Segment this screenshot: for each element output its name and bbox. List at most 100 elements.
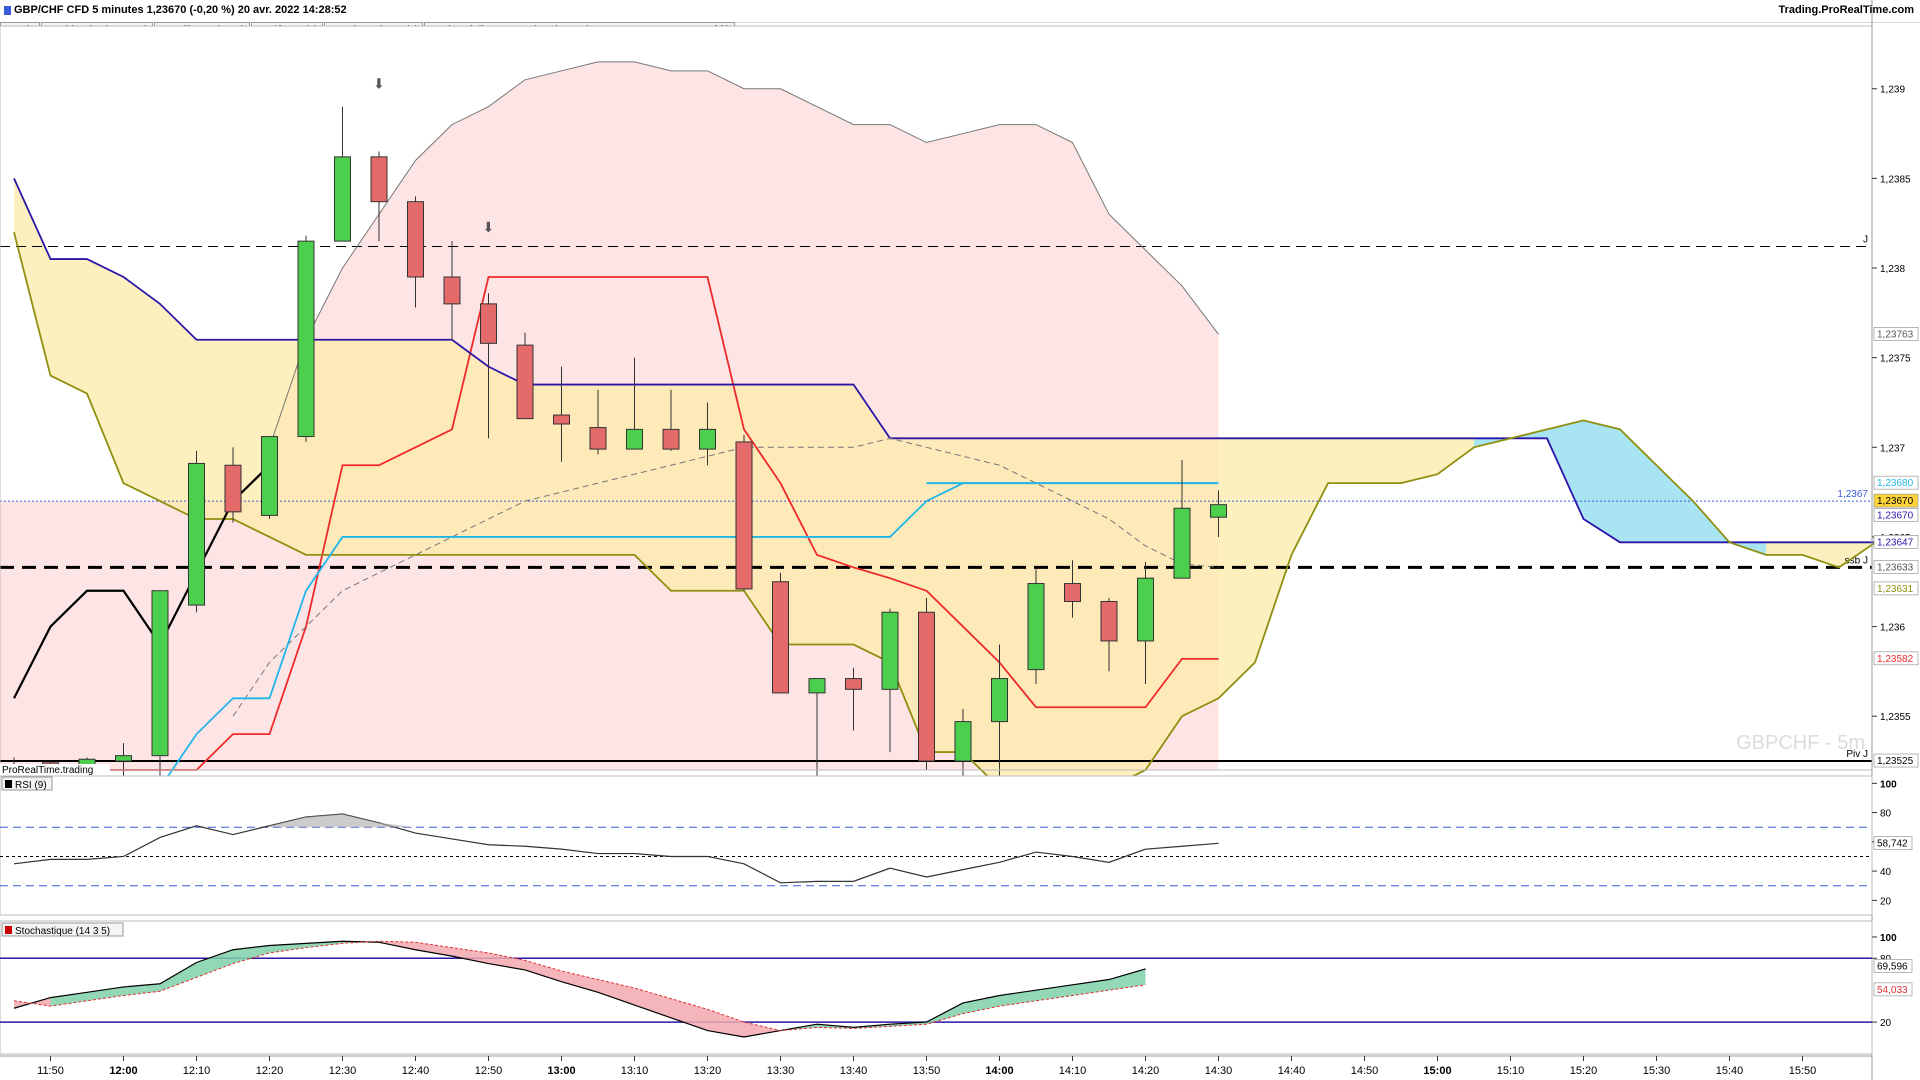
candle-body	[954, 721, 972, 762]
x-tick-label: 15:20	[1570, 1065, 1598, 1077]
rsi-y-tick-label: 40	[1880, 867, 1892, 878]
symbol-watermark: GBPCHF - 5m	[1736, 732, 1865, 754]
stoch-value-label: 69,596	[1877, 961, 1908, 972]
x-tick-label: 13:50	[913, 1065, 941, 1077]
ichimoku-cloud-segment	[561, 384, 598, 555]
candle	[1027, 569, 1045, 684]
candle-body	[735, 441, 753, 590]
ichimoku-cloud-segment	[123, 276, 160, 502]
stoch-y-tick-label: 20	[1880, 1018, 1892, 1029]
ichimoku-cloud-segment	[1364, 438, 1401, 484]
y-tick-label: 1,237	[1880, 443, 1905, 454]
candle-body	[480, 303, 497, 344]
ichimoku-cloud-segment	[1766, 542, 1803, 555]
stoch-legend-swatch-icon	[5, 926, 12, 934]
candle-body	[699, 428, 716, 450]
price-label-text: 1,23631	[1877, 584, 1914, 595]
x-tick-label: 15:40	[1716, 1065, 1744, 1077]
current-price-text: 1,2367	[1837, 489, 1868, 500]
stoch-legend-label: Stochastique (14 3 5)	[15, 926, 110, 937]
candle-body	[261, 436, 278, 516]
bollinger-fill-left	[0, 501, 270, 770]
rsi-legend-label: RSI (9)	[15, 780, 47, 791]
candle	[735, 434, 753, 591]
candle-body	[881, 611, 899, 690]
candle-body	[772, 581, 789, 694]
rsi-y-tick-label: 20	[1880, 896, 1892, 907]
ichimoku-cloud-segment	[415, 339, 452, 555]
x-tick-label: 13:00	[547, 1065, 575, 1077]
candle-body	[151, 590, 169, 757]
ichimoku-cloud-segment	[379, 339, 416, 555]
x-tick-label: 14:30	[1205, 1065, 1233, 1077]
candle-body	[370, 156, 388, 203]
y-tick-label: 1,239	[1880, 85, 1905, 96]
ichimoku-cloud-segment	[50, 259, 87, 394]
x-tick-label: 15:10	[1497, 1065, 1525, 1077]
x-tick-label: 14:10	[1059, 1065, 1087, 1077]
x-tick-label: 11:50	[37, 1065, 64, 1077]
candle-body	[224, 464, 242, 513]
price-label-text: 1,23680	[1877, 478, 1914, 489]
stoch-y-tick-label: 100	[1880, 933, 1897, 944]
x-tick-label: 13:30	[767, 1065, 795, 1077]
x-tick-label: 13:40	[840, 1065, 868, 1077]
price-label-text: 1,23582	[1877, 654, 1914, 665]
ichimoku-cloud-segment	[1328, 438, 1365, 484]
candle-body	[845, 678, 862, 690]
x-tick-label: 14:50	[1351, 1065, 1379, 1077]
candle	[516, 332, 534, 420]
rsi-y-tick-label: 100	[1880, 779, 1897, 790]
candle-body	[589, 427, 607, 450]
candle-body	[553, 414, 570, 425]
candle-body	[407, 201, 424, 278]
candle-body	[516, 344, 534, 420]
y-tick-label: 1,2385	[1880, 174, 1911, 185]
price-label-text: 1,23647	[1877, 537, 1914, 548]
down-arrow-icon: ⬇	[373, 76, 385, 92]
x-tick-label: 12:30	[329, 1065, 357, 1077]
candle	[188, 450, 205, 613]
candle-body	[1210, 504, 1227, 518]
x-tick-label: 12:10	[183, 1065, 211, 1077]
candle-body	[115, 755, 132, 762]
candle	[918, 597, 935, 770]
candle-body	[443, 276, 461, 305]
stoch-value-label: 54,033	[1877, 985, 1908, 996]
candle-body	[918, 611, 935, 762]
y-tick-label: 1,238	[1880, 264, 1905, 275]
price-label-text: 1,23763	[1877, 329, 1914, 340]
price-label-text: 1,23525	[1877, 756, 1914, 767]
candle	[297, 235, 315, 442]
x-tick-label: 14:40	[1278, 1065, 1306, 1077]
candle-body	[991, 678, 1008, 723]
candle-body	[662, 428, 680, 450]
x-tick-label: 15:50	[1789, 1065, 1817, 1077]
candle-body	[626, 428, 643, 450]
ichimoku-cloud-segment	[452, 339, 489, 555]
x-tick-label: 14:20	[1132, 1065, 1160, 1077]
candle-body	[297, 240, 315, 438]
ichimoku-cloud-segment	[671, 384, 708, 591]
rsi-pane	[0, 775, 1873, 916]
ichimoku-cloud-segment	[817, 384, 854, 645]
chart-canvas[interactable]: Jssb JPiv J1,2367⬇⬇GBPCHF - 5m1,2391,238…	[0, 0, 1920, 1080]
candle-body	[334, 156, 351, 242]
level-label: J	[1863, 235, 1868, 246]
x-tick-label: 14:00	[985, 1065, 1013, 1077]
candle-body	[1137, 577, 1154, 642]
x-tick-label: 12:40	[402, 1065, 430, 1077]
down-arrow-icon: ⬇	[483, 219, 495, 235]
price-label-text: 1,23670	[1877, 510, 1914, 521]
x-tick-label: 15:30	[1643, 1065, 1671, 1077]
stoch-pane	[0, 920, 1873, 1055]
candle	[261, 436, 278, 520]
candle-body	[808, 678, 826, 694]
x-tick-label: 13:20	[694, 1065, 722, 1077]
pr-watermark: ProRealTime.trading	[2, 765, 93, 776]
x-tick-label: 13:10	[621, 1065, 649, 1077]
x-tick-label: 15:00	[1423, 1065, 1451, 1077]
ichimoku-cloud-segment	[598, 384, 635, 555]
rsi-y-tick-label: 80	[1880, 809, 1892, 820]
price-label-text: 1,23670	[1877, 496, 1914, 507]
